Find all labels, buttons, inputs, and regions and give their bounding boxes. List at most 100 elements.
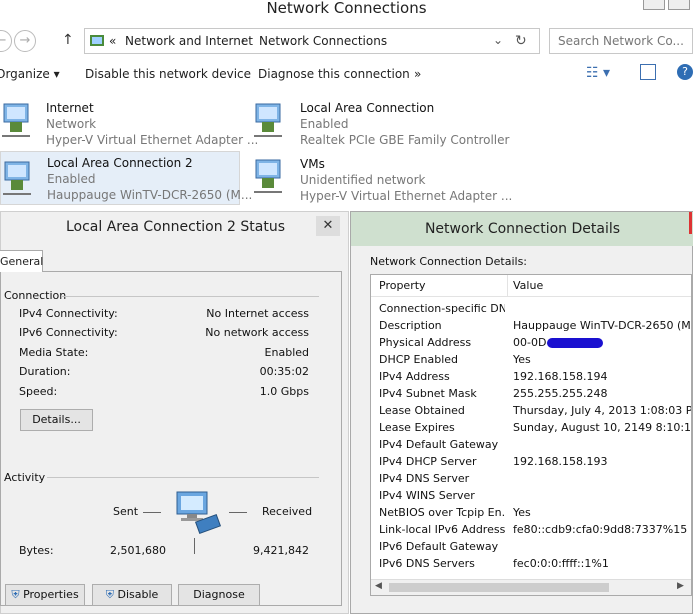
details-row[interactable]: IPv4 Default Gateway [371, 436, 691, 453]
disable-device-button[interactable]: Disable this network device [85, 67, 251, 81]
dropdown-chevron-icon[interactable]: ⌄ [493, 33, 503, 47]
details-row[interactable]: Description Hauppauge WinTV-DCR-2650 (Mod… [371, 317, 691, 334]
general-tab-panel: Connection IPv4 Connectivity: No Interne… [0, 271, 342, 606]
details-row[interactable]: IPv4 WINS Server [371, 487, 691, 504]
network-adapter-icon [2, 103, 30, 137]
connection-status: Enabled [47, 172, 96, 186]
details-row[interactable]: IPv4 Address 192.168.158.194 [371, 368, 691, 385]
divider [47, 477, 319, 478]
details-dialog-title: Network Connection Details [351, 212, 693, 246]
connection-status: Unidentified network [300, 173, 426, 187]
ipv6-connectivity-value: No network access [205, 326, 309, 339]
chevron-right-icon[interactable]: › [241, 34, 245, 47]
help-icon[interactable]: ? [677, 64, 693, 80]
details-row-property: IPv4 WINS Server [379, 489, 475, 502]
details-row-value: Hauppauge WinTV-DCR-2650 (Mode [513, 319, 692, 332]
details-row[interactable]: NetBIOS over Tcpip En... Yes [371, 504, 691, 521]
connection-name: VMs [300, 157, 325, 171]
details-row-property: IPv6 Default Gateway [379, 540, 499, 553]
tab-general[interactable]: General [0, 250, 43, 272]
details-row-property: Physical Address [379, 336, 472, 349]
connection-local-area-connection[interactable]: Local Area Connection Enabled Realtek PC… [254, 94, 509, 148]
properties-label: Properties [23, 588, 79, 601]
back-icon[interactable]: ← [0, 30, 12, 52]
window-titlebar: Network Connections [0, 0, 693, 20]
network-adapter-icon [254, 103, 282, 137]
details-row-property: Connection-specific DN... [379, 302, 505, 315]
connection-internet[interactable]: Internet Network Hyper-V Virtual Etherne… [0, 94, 258, 148]
connection-name: Local Area Connection 2 [47, 156, 193, 170]
bytes-separator [194, 538, 195, 554]
address-bar[interactable]: « Network and Internet › Network Connect… [84, 28, 540, 54]
details-row-value: 255.255.255.248 [513, 387, 608, 400]
organize-menu[interactable]: Organize ▾ [0, 67, 60, 81]
received-label: Received [262, 505, 313, 518]
redaction-mark [547, 338, 603, 348]
restore-button[interactable] [643, 0, 665, 10]
connection-vms[interactable]: VMs Unidentified network Hyper-V Virtual… [254, 150, 512, 204]
details-label: Network Connection Details: [370, 255, 528, 268]
window-title: Network Connections [266, 0, 427, 17]
details-row[interactable]: Link-local IPv6 Address fe80::cdb9:cfa0:9… [371, 521, 691, 538]
control-panel-icon [90, 35, 104, 46]
scroll-right-icon[interactable]: ▶ [677, 581, 684, 591]
up-arrow-icon[interactable]: ↑ [62, 32, 74, 48]
close-icon[interactable]: ✕ [316, 216, 340, 236]
details-button[interactable]: Details... [20, 409, 93, 431]
breadcrumb-prefix: « [109, 34, 117, 48]
column-divider[interactable] [507, 275, 508, 296]
details-row-value: fe80::cdb9:cfa0:9dd8:7337%15 [513, 523, 688, 536]
details-row-property: IPv4 Default Gateway [379, 438, 499, 451]
details-row[interactable]: DHCP Enabled Yes [371, 351, 691, 368]
details-row-property: IPv4 DHCP Server [379, 455, 477, 468]
connection-local-area-connection-2[interactable]: Local Area Connection 2 Enabled Hauppaug… [0, 151, 252, 205]
details-row[interactable]: IPv4 DNS Server [371, 470, 691, 487]
ipv4-connectivity-value: No Internet access [206, 307, 309, 320]
details-row-property: DHCP Enabled [379, 353, 459, 366]
disable-button[interactable]: ⛨ Disable [92, 584, 172, 606]
preview-pane-icon[interactable] [640, 64, 656, 80]
duration-value: 00:35:02 [259, 365, 309, 378]
details-list[interactable]: Property Value Connection-specific DN...… [370, 274, 692, 596]
media-state-label: Media State: [19, 346, 89, 359]
view-options-icon[interactable]: ☷ ▾ [586, 65, 610, 81]
close-icon[interactable] [689, 212, 692, 234]
horizontal-scrollbar[interactable]: ◀ ▶ [371, 579, 691, 595]
scroll-left-icon[interactable]: ◀ [375, 581, 382, 591]
details-row[interactable]: Connection-specific DN... [371, 300, 691, 317]
details-row[interactable]: IPv4 Subnet Mask 255.255.255.248 [371, 385, 691, 402]
connection-name: Internet [46, 101, 94, 115]
details-row-property: IPv6 DNS Servers [379, 557, 475, 570]
bytes-received-value: 9,421,842 [253, 544, 309, 557]
details-list-header: Property Value [371, 275, 691, 297]
scrollbar-thumb[interactable] [389, 583, 609, 592]
refresh-icon[interactable]: ↻ [515, 33, 527, 49]
speed-label: Speed: [19, 385, 58, 398]
column-property[interactable]: Property [379, 279, 426, 292]
duration-label: Duration: [19, 365, 71, 378]
sent-label: Sent [113, 505, 139, 518]
close-window-button[interactable] [668, 0, 690, 10]
details-row-property: Link-local IPv6 Address [379, 523, 505, 536]
forward-icon[interactable]: → [14, 30, 36, 52]
details-row-property: Lease Obtained [379, 404, 465, 417]
breadcrumb-network-and-internet[interactable]: Network and Internet [125, 34, 253, 48]
connection-adapter: Hyper-V Virtual Ethernet Adapter ... [46, 133, 259, 147]
breadcrumb-network-connections[interactable]: Network Connections [259, 34, 387, 48]
connection-adapter: Hyper-V Virtual Ethernet Adapter ... [300, 189, 513, 203]
more-commands-button[interactable]: » [414, 67, 421, 81]
column-value[interactable]: Value [513, 279, 543, 292]
connections-list: Internet Network Hyper-V Virtual Etherne… [0, 92, 693, 210]
details-row-property: IPv4 DNS Server [379, 472, 470, 485]
search-placeholder: Search Network Co... [558, 34, 684, 48]
details-row[interactable]: Lease Obtained Thursday, July 4, 2013 1:0… [371, 402, 691, 419]
details-row[interactable]: Lease Expires Sunday, August 10, 2149 8:1… [371, 419, 691, 436]
properties-button[interactable]: ⛨ Properties [5, 584, 85, 606]
details-row[interactable]: Physical Address 00-0D- [371, 334, 691, 351]
diagnose-connection-button[interactable]: Diagnose this connection [258, 67, 410, 81]
details-row[interactable]: IPv4 DHCP Server 192.168.158.193 [371, 453, 691, 470]
connection-status: Enabled [300, 117, 349, 131]
search-input[interactable]: Search Network Co... [549, 28, 693, 54]
bytes-sent-value: 2,501,680 [110, 544, 166, 557]
diagnose-button[interactable]: Diagnose [178, 584, 260, 606]
